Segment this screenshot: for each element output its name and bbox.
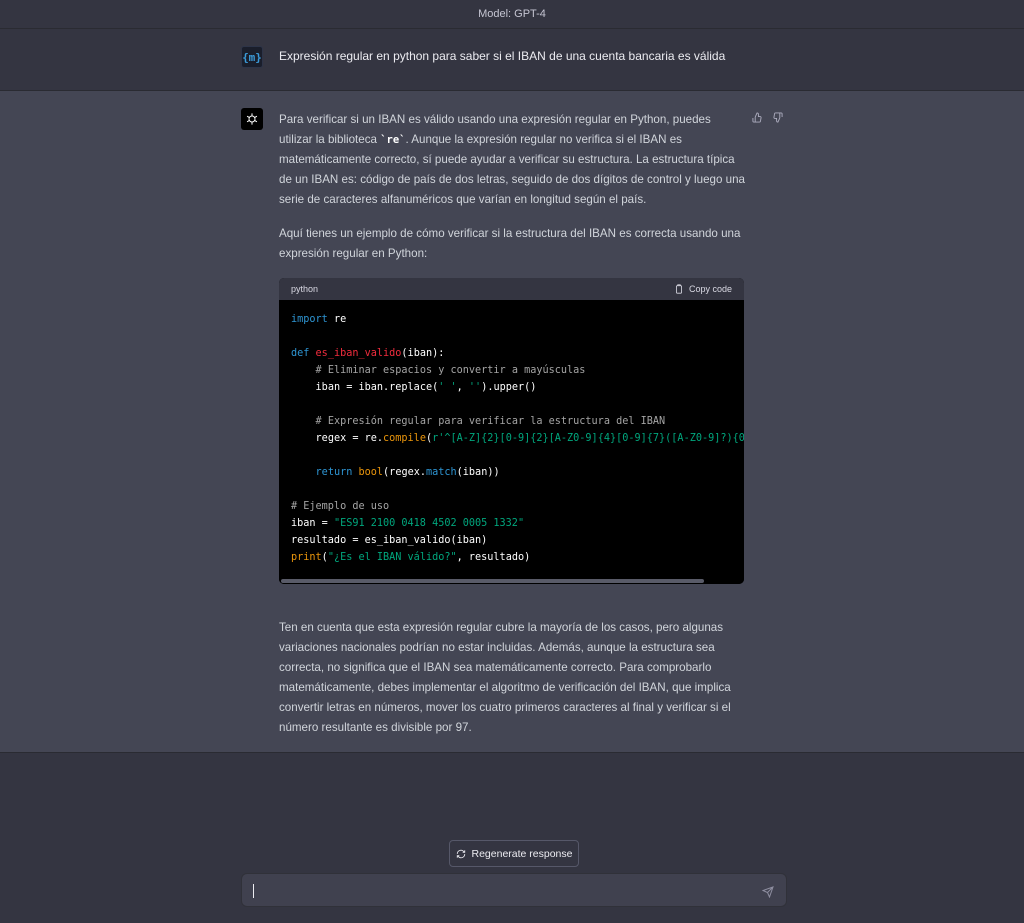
- model-header: Model: GPT-4: [0, 0, 1024, 29]
- paragraph-example-intro: Aquí tienes un ejemplo de cómo verificar…: [279, 227, 741, 260]
- regenerate-label: Regenerate response: [471, 847, 573, 860]
- send-icon[interactable]: [761, 885, 774, 899]
- user-avatar: {m}: [241, 46, 263, 68]
- user-message-text: Expresión regular en python para saber s…: [279, 49, 726, 63]
- openai-logo-icon: [241, 108, 263, 130]
- scrollbar-thumb[interactable]: [281, 579, 704, 583]
- regenerate-response-button[interactable]: Regenerate response: [449, 840, 579, 867]
- thumbs-down-icon[interactable]: [772, 110, 783, 123]
- copy-code-label: Copy code: [688, 284, 732, 294]
- refresh-icon: [456, 849, 465, 858]
- message-input[interactable]: [256, 880, 756, 902]
- code-block: python Copy code import re def es_iban_v…: [279, 278, 744, 584]
- user-message-row: {m} Expresión regular en python para sab…: [0, 29, 1024, 91]
- copy-code-button[interactable]: Copy code: [674, 279, 732, 299]
- text-cursor: [253, 884, 254, 898]
- assistant-message-row: Para verificar si un IBAN es válido usan…: [0, 91, 1024, 753]
- paragraph-conclusion: Ten en cuenta que esta expresión regular…: [279, 621, 731, 734]
- message-composer[interactable]: [241, 873, 787, 907]
- assistant-message-content: Para verificar si un IBAN es válido usan…: [279, 110, 745, 752]
- code-content: import re def es_iban_valido(iban): # El…: [291, 314, 744, 563]
- code-language: python: [291, 284, 319, 294]
- clipboard-icon: [676, 284, 682, 294]
- paragraph-intro: Para verificar si un IBAN es válido usan…: [279, 113, 745, 206]
- code-block-header: python Copy code: [279, 278, 744, 300]
- inline-code: `re`: [380, 134, 406, 146]
- thumbs-up-icon[interactable]: [752, 110, 763, 123]
- user-avatar-glyph: {m}: [242, 50, 262, 64]
- model-label: Model: GPT-4: [478, 8, 546, 20]
- feedback-buttons: [752, 110, 783, 123]
- code-horizontal-scrollbar[interactable]: [279, 578, 744, 584]
